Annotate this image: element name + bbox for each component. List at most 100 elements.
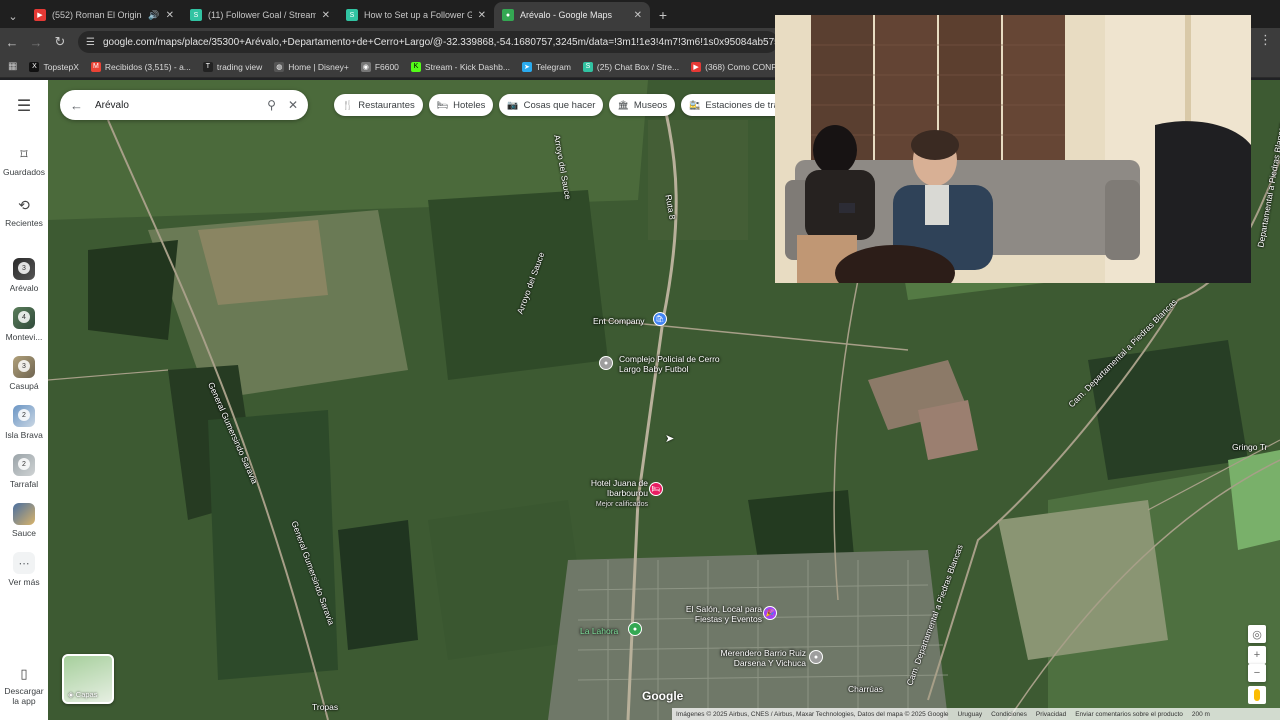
bookmark-item[interactable]: ➤ Telegram: [521, 61, 571, 72]
telegram-icon: ➤: [521, 61, 532, 72]
recent-place-tarrafal[interactable]: 2 Tarrafal: [0, 454, 48, 489]
place-count: 2: [18, 409, 30, 421]
tab-title: How to Set up a Follower Goal: [364, 10, 472, 20]
tab-google-maps[interactable]: ● Arévalo - Google Maps ✕: [494, 2, 650, 28]
site-info-icon[interactable]: ☰: [86, 37, 95, 48]
browser-menu-icon[interactable]: ⋮: [1259, 32, 1272, 48]
poi-hotel[interactable]: Hotel Juana de Ibarbourou Mejor califica…: [588, 478, 648, 510]
saved-button[interactable]: ⌑ Guardados: [0, 146, 48, 177]
download-app-button[interactable]: ▯ Descargar la app: [0, 666, 48, 706]
place-count: 3: [18, 262, 30, 274]
search-icon[interactable]: ⚲: [267, 98, 276, 112]
back-arrow-icon[interactable]: ←: [0, 30, 24, 54]
close-tab-icon[interactable]: ✕: [322, 10, 330, 21]
footer-region[interactable]: Uruguay: [958, 711, 983, 718]
place-label: Casupá: [9, 381, 39, 391]
place-thumbnail: [13, 503, 35, 525]
place-thumbnail: 3: [13, 258, 35, 280]
close-tab-icon[interactable]: ✕: [166, 10, 174, 21]
chip-label: Restaurantes: [358, 99, 415, 111]
address-bar[interactable]: ☰ google.com/maps/place/35300+Arévalo,+D…: [78, 31, 778, 53]
street-view-pegman-icon[interactable]: [1248, 686, 1266, 704]
museum-icon: 🏛: [617, 99, 629, 110]
close-icon[interactable]: ✕: [288, 98, 298, 112]
reload-icon[interactable]: ↻: [48, 30, 72, 54]
bookmark-item[interactable]: Ttrading view: [202, 61, 262, 72]
bookmark-item[interactable]: ◍ Home | Disney+: [274, 61, 349, 72]
new-tab-icon[interactable]: +: [650, 2, 676, 28]
place-count: 2: [18, 458, 30, 470]
chip-museos[interactable]: 🏛 Museos: [609, 94, 676, 116]
forward-arrow-icon[interactable]: →: [24, 30, 48, 54]
back-arrow-icon[interactable]: ←: [70, 98, 83, 113]
poi-merendero[interactable]: Merendero Barrio Ruiz Darsena Y Vichuca: [708, 648, 806, 668]
bookmark-label: Home | Disney+: [288, 61, 349, 72]
place-pin-icon[interactable]: ●: [599, 356, 613, 370]
transit-icon: 🚉: [689, 99, 701, 110]
chip-cosas-que-hacer[interactable]: 📷 Cosas que hacer: [499, 94, 604, 116]
phone-icon: ▯: [20, 666, 28, 681]
bookmark-item[interactable]: K Stream - Kick Dashb...: [410, 61, 510, 72]
zoom-out-button[interactable]: −: [1248, 664, 1266, 682]
recent-place-casupa[interactable]: 3 Casupá: [0, 356, 48, 391]
mouse-cursor-icon: ➤: [665, 433, 675, 445]
place-label: Tarrafal: [9, 479, 39, 489]
recent-place-montevideo[interactable]: 4 Montevi...: [0, 307, 48, 342]
poi-complejo-policial[interactable]: Complejo Policial de Cerro Largo Baby Fu…: [619, 354, 729, 374]
maps-search-box: ← ⚲ ✕: [60, 90, 308, 120]
tab-youtube[interactable]: ▶ (552) Roman El Original - Y 🔊 ✕: [26, 2, 182, 28]
saved-label: Guardados: [2, 167, 46, 177]
map-footer: Imágenes © 2025 Airbus, CNES / Airbus, M…: [672, 708, 1280, 720]
search-input[interactable]: [95, 99, 256, 111]
layers-icon: ◈: [68, 690, 74, 699]
tab-streamlabs-goal[interactable]: S (11) Follower Goal / Streamlabs ✕: [182, 2, 338, 28]
fork-knife-icon: 🍴: [342, 99, 354, 110]
bookmark-label: Recibidos (3,515) - a...: [104, 61, 191, 72]
maps-left-rail: ☰ ⌑ Guardados ⟲ Recientes 3 Arévalo 4 Mo…: [0, 80, 48, 720]
poi-el-salon[interactable]: El Salón, Local para Fiestas y Eventos: [674, 604, 762, 624]
menu-icon[interactable]: ☰: [17, 96, 31, 116]
street-label: Charrúas: [848, 684, 883, 694]
poi-ent-company[interactable]: Ent Company: [593, 316, 645, 326]
tab-search-icon[interactable]: ⌄: [0, 4, 26, 28]
bookmark-item[interactable]: X TopstepX: [29, 61, 79, 72]
tab-setup-goal[interactable]: S How to Set up a Follower Goal ✕: [338, 2, 494, 28]
more-places-button[interactable]: ⋯ Ver más: [0, 552, 48, 587]
recent-place-sauce[interactable]: Sauce: [0, 503, 48, 538]
speaker-icon[interactable]: 🔊: [148, 10, 159, 21]
bookmark-item[interactable]: ◉ F6600: [360, 61, 399, 72]
recent-button[interactable]: ⟲ Recientes: [0, 197, 48, 228]
place-pin-icon[interactable]: ●: [628, 622, 642, 636]
zoom-in-button[interactable]: +: [1248, 646, 1266, 664]
more-dots-icon: ⋯: [13, 552, 35, 574]
close-tab-icon[interactable]: ✕: [478, 10, 486, 21]
footer-privacy-link[interactable]: Privacidad: [1036, 711, 1066, 718]
hotel-pin-icon[interactable]: 🛏: [649, 482, 663, 496]
bookmark-item[interactable]: S (25) Chat Box / Stre...: [582, 61, 679, 72]
business-pin-icon[interactable]: 🛍: [653, 312, 667, 326]
layers-button[interactable]: ◈ Capas: [62, 654, 114, 704]
event-pin-icon[interactable]: 🎉: [763, 606, 777, 620]
place-pin-icon[interactable]: ●: [809, 650, 823, 664]
url-text: google.com/maps/place/35300+Arévalo,+Dep…: [102, 36, 778, 48]
chip-hoteles[interactable]: 🛏 Hoteles: [428, 94, 494, 116]
recent-place-isla-brava[interactable]: 2 Isla Brava: [0, 405, 48, 440]
scale-bar[interactable]: 200 m: [1192, 711, 1210, 718]
apps-grid-icon[interactable]: ▦: [8, 61, 17, 72]
place-thumbnail: 2: [13, 454, 35, 476]
footer-feedback-link[interactable]: Enviar comentarios sobre el producto: [1075, 711, 1183, 718]
chip-restaurantes[interactable]: 🍴 Restaurantes: [334, 94, 423, 116]
bookmark-item[interactable]: ▶ (368) Como CONFI...: [691, 61, 786, 72]
footer-terms-link[interactable]: Condiciones: [991, 711, 1027, 718]
more-label: Ver más: [8, 577, 40, 587]
place-label: Isla Brava: [5, 430, 43, 440]
recent-label: Recientes: [5, 218, 43, 228]
recent-place-arevalo[interactable]: 3 Arévalo: [0, 258, 48, 293]
chip-label: Hoteles: [453, 99, 486, 111]
my-location-icon[interactable]: ◎: [1248, 625, 1266, 643]
bookmark-item[interactable]: M Recibidos (3,515) - a...: [90, 61, 191, 72]
close-tab-icon[interactable]: ✕: [634, 10, 642, 21]
streamlabs-icon: S: [190, 9, 202, 21]
screen: ⌄ ▶ (552) Roman El Original - Y 🔊 ✕ S (1…: [0, 0, 1280, 720]
poi-la-lahora[interactable]: La Lahora: [580, 626, 618, 636]
